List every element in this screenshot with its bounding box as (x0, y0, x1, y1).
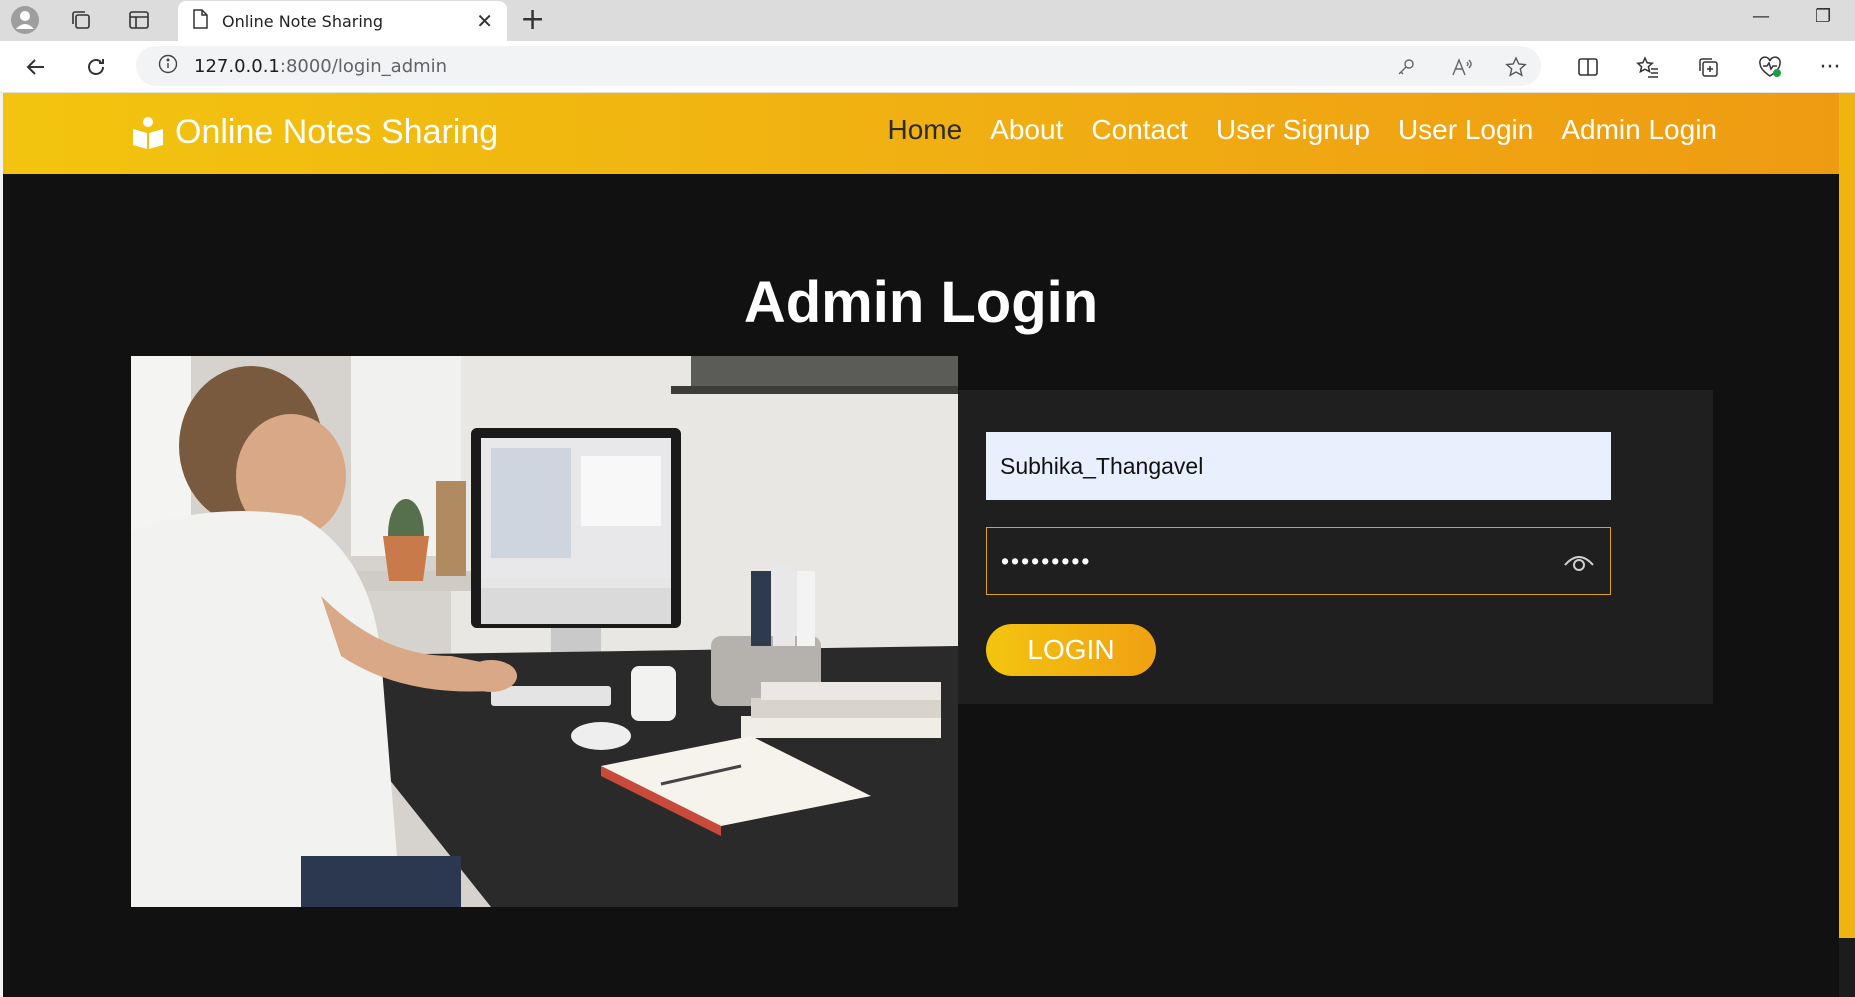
more-menu-icon[interactable]: ··· (1812, 50, 1848, 84)
new-tab-button[interactable]: + (520, 2, 545, 37)
collections-icon[interactable] (1690, 50, 1726, 84)
favorites-icon[interactable] (1630, 50, 1666, 84)
reader-logo-icon (133, 116, 163, 149)
restore-button[interactable]: ❐ (1815, 6, 1831, 27)
password-input[interactable] (986, 527, 1611, 595)
nav-home[interactable]: Home (887, 114, 962, 146)
nav-user-login[interactable]: User Login (1398, 114, 1533, 146)
site-navbar: Online Notes Sharing Home About Contact … (3, 93, 1839, 174)
nav-user-signup[interactable]: User Signup (1216, 114, 1370, 146)
login-button[interactable]: LOGIN (986, 624, 1156, 676)
back-icon[interactable] (18, 50, 54, 84)
tab-close-icon[interactable]: ✕ (476, 9, 493, 33)
page-viewport: Online Notes Sharing Home About Contact … (3, 93, 1839, 997)
main-nav: Home About Contact User Signup User Logi… (887, 114, 1717, 146)
read-aloud-icon[interactable] (1449, 55, 1475, 79)
refresh-icon[interactable] (78, 50, 114, 84)
page-icon (192, 8, 208, 34)
active-tab[interactable]: Online Note Sharing ✕ (178, 1, 507, 41)
profile-icon[interactable] (8, 4, 42, 36)
site-brand[interactable]: Online Notes Sharing (131, 113, 498, 152)
address-bar[interactable]: 127.0.0.1:8000/login_admin (136, 46, 1541, 86)
site-info-icon[interactable] (158, 54, 178, 79)
workspaces-icon[interactable] (64, 4, 98, 36)
browser-essentials-icon[interactable] (1752, 50, 1788, 84)
hero-photo (131, 356, 958, 907)
username-input[interactable] (986, 432, 1611, 500)
show-password-eye-icon[interactable] (1562, 551, 1596, 573)
brand-name: Online Notes Sharing (175, 113, 499, 151)
page-scrollbar[interactable] (1839, 93, 1855, 997)
password-key-icon[interactable] (1393, 55, 1419, 79)
page-title: Admin Login (743, 270, 1099, 335)
browser-toolbar: 127.0.0.1:8000/login_admin ··· (0, 41, 1855, 93)
vertical-tabs-icon[interactable] (122, 4, 156, 36)
browser-tab-strip: Online Note Sharing ✕ + — ❐ (0, 0, 1855, 41)
nav-admin-login[interactable]: Admin Login (1561, 114, 1717, 146)
nav-about[interactable]: About (990, 114, 1063, 146)
scrollbar-thumb[interactable] (1839, 93, 1855, 938)
login-form-panel: LOGIN (958, 390, 1713, 704)
tab-title: Online Note Sharing (222, 11, 384, 31)
split-screen-icon[interactable] (1570, 50, 1606, 84)
url-path: :8000/login_admin (279, 55, 448, 77)
minimize-button[interactable]: — (1752, 6, 1770, 27)
favorite-star-icon[interactable] (1503, 55, 1529, 79)
nav-contact[interactable]: Contact (1091, 114, 1188, 146)
url-host: 127.0.0.1 (194, 55, 280, 77)
